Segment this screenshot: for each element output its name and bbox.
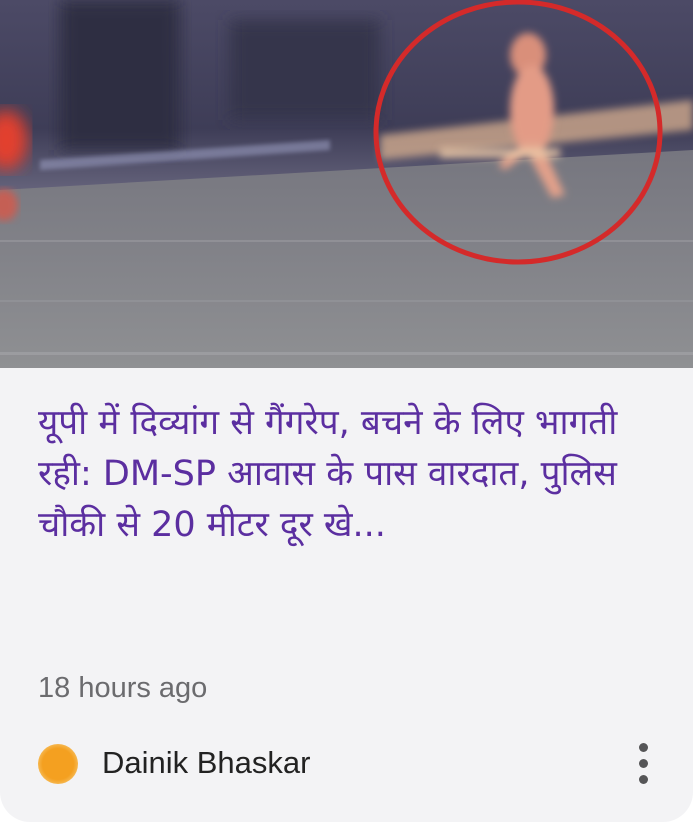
article-headline[interactable]: यूपी में दिव्यांग से गैंगरेप, बचने के लि… <box>38 398 663 551</box>
article-timestamp: 18 hours ago <box>38 672 208 704</box>
publisher-logo-icon <box>38 744 78 784</box>
more-options-icon[interactable] <box>631 742 657 786</box>
news-card[interactable]: यूपी में दिव्यांग से गैंगरेप, बचने के लि… <box>0 0 693 822</box>
article-thumbnail[interactable] <box>0 0 693 368</box>
source-row: Dainik Bhaskar <box>38 738 663 790</box>
publisher-name: Dainik Bhaskar <box>102 745 311 780</box>
